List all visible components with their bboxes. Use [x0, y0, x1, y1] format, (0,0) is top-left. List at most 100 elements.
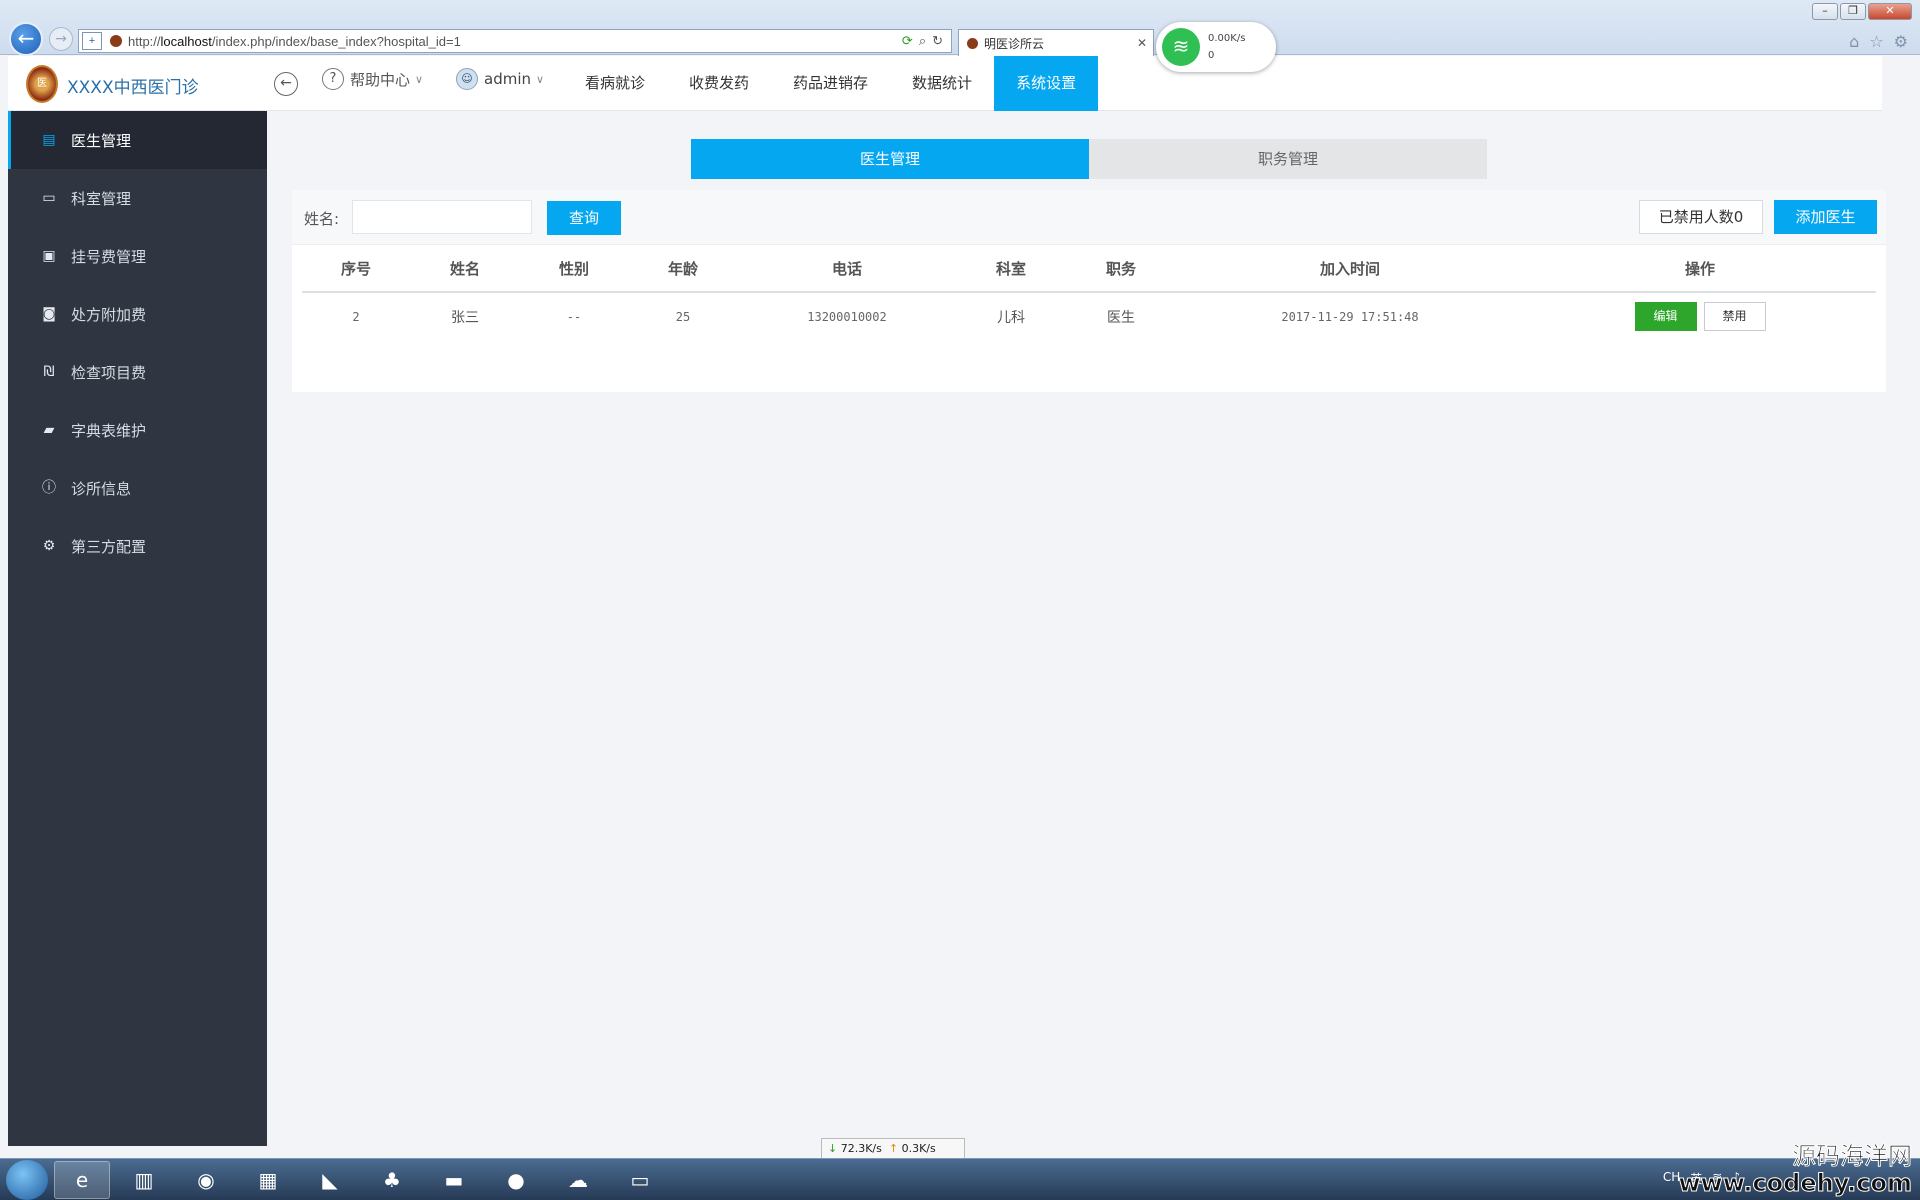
sidebar-item-registration-fee[interactable]: ▣ 挂号费管理 [8, 227, 267, 285]
sidebar-item-third-party[interactable]: ⚙ 第三方配置 [8, 517, 267, 575]
back-arrow-icon[interactable]: ← [274, 72, 298, 96]
sidebar-item-exam-fee[interactable]: ₪ 检查项目费 [8, 343, 267, 401]
sidebar-item-label: 挂号费管理 [71, 247, 147, 266]
user-menu[interactable]: ☺ admin ∨ [456, 68, 544, 90]
search-icon[interactable]: ⌕ [919, 33, 926, 49]
taskbar: e ▥ ◉ ▦ ◣ ♣ ▬ ● ☁ ▭ [0, 1158, 1920, 1200]
money-icon: ◙ [42, 306, 56, 322]
ie-browser-icon[interactable]: e [54, 1160, 110, 1199]
net-count: 0 [1208, 50, 1215, 61]
cell-name: 张三 [451, 309, 479, 326]
minimize-button[interactable]: – [1812, 3, 1838, 20]
network-tool-icon[interactable]: ▦ [240, 1161, 296, 1199]
star-icon[interactable]: ☆ [1869, 32, 1883, 51]
tab-favicon-icon [967, 37, 978, 49]
sidebar: ▤ 医生管理 ▭ 科室管理 ▣ 挂号费管理 ◙ 处方附加费 ₪ 检查项目费 ▰ … [8, 111, 267, 1146]
wechat-icon[interactable]: ☁ [550, 1161, 606, 1199]
start-button[interactable] [6, 1159, 48, 1200]
network-monitor-widget[interactable]: ≋ 0.00K/s 0 [1156, 22, 1276, 72]
doctor-icon: ▤ [42, 132, 56, 148]
notebook-app-icon[interactable]: ▭ [612, 1161, 668, 1199]
help-label: 帮助中心 [350, 70, 411, 89]
nav-consultation[interactable]: 看病就诊 [563, 56, 667, 111]
clinic-logo: 医 [26, 65, 58, 103]
visual-studio-icon[interactable]: ◣ [302, 1161, 358, 1199]
window-controls: – ❐ ✕ [1812, 3, 1912, 20]
tab-position-management[interactable]: 职务管理 [1089, 139, 1487, 179]
column-header: 操作 [1684, 259, 1715, 278]
download-arrow-icon: ↓ [828, 1142, 838, 1155]
table-row: 2 张三 -- 25 13200010002 儿科 医生 2017-11-29 … [302, 293, 1876, 340]
nav-billing[interactable]: 收费发药 [667, 56, 771, 111]
sidebar-item-prescription-surcharge[interactable]: ◙ 处方附加费 [8, 285, 267, 343]
cell-joined-time: 2017-11-29 17:51:48 [1281, 309, 1419, 324]
address-bar[interactable]: + http://localhost/index.php/index/base_… [78, 29, 952, 53]
url-text[interactable]: http://localhost/index.php/index/base_in… [128, 34, 902, 49]
chrome-icon[interactable]: ◉ [178, 1161, 234, 1199]
tab-doctor-management[interactable]: 医生管理 [691, 139, 1089, 179]
watermark-cn: 源码海洋网 [1792, 1142, 1913, 1170]
watermark-en: www.codehy.com [1678, 1169, 1913, 1197]
orange-app-icon[interactable]: ● [488, 1161, 544, 1199]
sidebar-item-label: 医生管理 [71, 131, 132, 150]
name-search-label: 姓名: [304, 210, 340, 228]
user-name: admin [484, 70, 531, 88]
top-navigation: 看病就诊 收费发药 药品进销存 数据统计 系统设置 [563, 56, 1099, 111]
search-bar: 姓名: 查询 已禁用人数0 添加医生 [292, 190, 1886, 245]
sidebar-item-doctor-management[interactable]: ▤ 医生管理 [8, 111, 267, 169]
network-speed-bar: ↓ 72.3K/s ↑ 0.3K/s [821, 1138, 965, 1160]
column-header: 年龄 [667, 259, 698, 278]
query-button[interactable]: 查询 [547, 201, 621, 235]
browser-tab[interactable]: 明医诊所云 ✕ [958, 29, 1154, 56]
disabled-count-button[interactable]: 已禁用人数0 [1639, 200, 1763, 234]
close-tab-icon[interactable]: ✕ [1137, 36, 1147, 50]
browser-back-button[interactable]: ← [9, 22, 43, 56]
site-favicon-icon [110, 35, 122, 47]
download-speed: 72.3K/s [840, 1142, 882, 1155]
compat-icon[interactable]: ⟳ [902, 33, 913, 49]
column-header: 加入时间 [1319, 259, 1380, 278]
sidebar-item-department-management[interactable]: ▭ 科室管理 [8, 169, 267, 227]
chevron-down-icon: ∨ [415, 72, 424, 86]
upload-arrow-icon: ↑ [888, 1142, 899, 1155]
disable-button[interactable]: 禁用 [1703, 302, 1766, 331]
cell-gender: -- [566, 309, 582, 324]
settings-gear-icon[interactable]: ⚙ [1894, 32, 1908, 51]
sidebar-item-dictionary[interactable]: ▰ 字典表维护 [8, 401, 267, 459]
sub-tabs: 医生管理 职务管理 [691, 139, 1487, 179]
browser-forward-button[interactable]: → [49, 27, 73, 51]
name-search-input[interactable] [352, 200, 532, 234]
watermark: 源码海洋网 www.codehy.com [1678, 1142, 1913, 1197]
table-header: 序号 姓名 性别 年龄 电话 科室 职务 加入时间 操作 [302, 245, 1876, 293]
terminal-icon[interactable]: ▬ [426, 1161, 482, 1199]
shekel-icon: ₪ [43, 364, 55, 380]
edit-button[interactable]: 编辑 [1634, 302, 1697, 331]
green-app-icon[interactable]: ♣ [364, 1161, 420, 1199]
sidebar-item-label: 诊所信息 [71, 479, 132, 498]
sidebar-item-label: 科室管理 [71, 189, 132, 208]
help-center-menu[interactable]: ? 帮助中心 ∨ [322, 68, 423, 90]
home-icon[interactable]: ⌂ [1849, 32, 1859, 51]
refresh-icon[interactable]: ↻ [932, 33, 943, 49]
nav-statistics[interactable]: 数据统计 [890, 56, 994, 111]
id-card-icon: ▭ [42, 190, 56, 206]
sidebar-item-label: 字典表维护 [71, 421, 147, 440]
column-header: 科室 [995, 259, 1026, 278]
brand-name[interactable]: XXXX中西医门诊 [67, 73, 199, 98]
nav-pharmacy-inventory[interactable]: 药品进销存 [771, 56, 890, 111]
upload-speed: 0.3K/s [901, 1142, 936, 1155]
sidebar-item-label: 检查项目费 [71, 363, 147, 382]
file-explorer-icon[interactable]: ▥ [116, 1161, 172, 1199]
doctor-list-card: 姓名: 查询 已禁用人数0 添加医生 序号 姓名 性别 年龄 电话 科室 职务 … [292, 190, 1886, 392]
question-icon: ? [322, 68, 344, 90]
sidebar-item-label: 第三方配置 [71, 537, 147, 556]
close-window-button[interactable]: ✕ [1868, 3, 1912, 20]
sidebar-item-clinic-info[interactable]: ⓘ 诊所信息 [8, 459, 267, 517]
column-header: 电话 [831, 259, 862, 278]
maximize-button[interactable]: ❐ [1840, 3, 1866, 20]
nav-system-settings[interactable]: 系统设置 [994, 56, 1099, 111]
sidebar-item-label: 处方附加费 [71, 305, 147, 324]
browser-tools: ⌂ ☆ ⚙ [1849, 32, 1908, 51]
column-header: 姓名 [449, 259, 480, 278]
add-doctor-button[interactable]: 添加医生 [1774, 200, 1877, 234]
